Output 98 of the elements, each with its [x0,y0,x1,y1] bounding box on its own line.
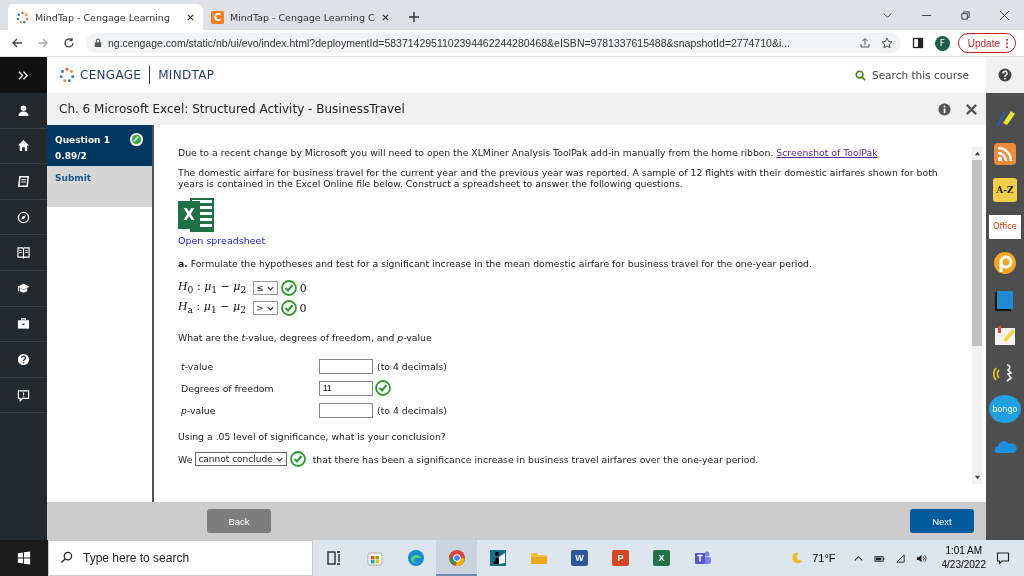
back-arrow-icon[interactable] [11,37,23,49]
part-a-text: a. Formulate the hypotheses and test for a significant increase in the mean domestic airfare for business travel for the one-year period. [178,258,813,269]
answer-field[interactable]: 11 [319,380,373,396]
dictionary-icon[interactable]: A-Z [993,178,1017,203]
operator-dropdown[interactable]: > [252,301,278,315]
question-item[interactable]: Question 1 0.89/2 [47,125,152,166]
search-link[interactable]: Search this course [855,69,969,81]
cengage-logo-icon [59,67,75,83]
toolpak-link[interactable]: Screenshot of ToolPak [776,147,878,158]
office-app-icon: W [571,550,588,566]
volume-icon[interactable] [915,552,927,564]
taskbar-search-field[interactable]: Type here to search [48,540,313,576]
teams-icon [693,549,712,567]
search-icon [60,551,73,564]
task-view-icon [324,549,343,567]
product-name: MINDTAP [158,68,215,82]
user-icon[interactable] [17,103,30,117]
graduation-cap-icon[interactable] [17,281,30,295]
office-icon[interactable]: Office [989,214,1021,239]
notice-text: Due to a recent change by Microsoft you will need to open the XLMiner Analysis ToolPak add-in manually from the home ribbon. Screenshot of ToolPak [178,147,879,158]
answer-field[interactable] [319,358,373,374]
home-icon[interactable] [17,139,30,153]
question-score: 0.89/2 [55,151,88,161]
open-book-icon[interactable] [17,246,30,260]
activity-title: Ch. 6 Microsoft Excel: Structured Activity - BusinessTravel [59,102,405,116]
address-bar[interactable]: ng.cengage.com/static/nb/ui/evo/index.html?deploymentId=5837142951102394462244280468&eISBN=9781337615488&snapshotId=2774710&i... [86,33,901,53]
progress-icon [129,132,144,147]
browser-tab[interactable]: MindTap - Cengage Learning [8,4,203,30]
scroll-thumb[interactable] [972,160,982,346]
cengage-logo-icon [16,10,29,24]
hypothesis-expression: H$_{0}$ : μ$_{1}$ − μ$_{2}$ [178,280,247,296]
question-text: What are the t-value, degrees of freedom, and p-value [178,332,433,343]
taskbar-app[interactable]: X [641,540,682,576]
brand-name: CENGAGE [80,68,142,82]
field-hint: (to 4 decimals) [377,404,447,416]
field-label: t-value [180,360,215,372]
taskbar-app[interactable]: P [600,540,641,576]
submit-item[interactable]: Submit [47,166,152,207]
search-icon [855,69,866,81]
tab-title: MindTap - Cengage Learning [35,11,171,23]
book-icon[interactable] [17,175,30,188]
clock-date[interactable]: 4/23/2022 [941,558,986,572]
clock-time[interactable]: 1:01 AM [945,544,983,558]
open-spreadsheet-link[interactable]: Open spreadsheet [178,235,964,246]
more-icon [1005,37,1009,49]
compass-icon[interactable] [17,210,30,224]
reload-icon[interactable] [63,37,75,49]
circle-logo-icon[interactable] [993,251,1017,276]
field-hint: (to 4 decimals) [377,360,447,372]
intro-text: The domestic airfare for business travel for the current year and the previous year was reported. A sample of 12 flights with their domestic airfares shown for both years is contained in the Excel Online file below. Construct a spreadsheet to answer the following questions. [178,167,939,189]
briefcase-icon[interactable] [17,317,30,331]
sentence-start: We [178,453,193,465]
next-button[interactable]: Next [910,509,974,533]
close-icon[interactable] [381,12,390,22]
edge-icon [406,549,425,567]
answer-field[interactable] [319,402,373,418]
lock-icon [94,38,102,48]
question-text: Using a .05 level of significance, what is your conclusion? [178,431,447,442]
tab-favicon: C [211,10,224,24]
scroll-up-icon[interactable] [973,150,981,157]
windows-start-icon[interactable] [0,540,48,576]
field-label: p-value [180,404,217,416]
hypothesis-expression: H$_{a}$ : μ$_{1}$ − μ$_{2}$ [178,300,246,316]
share-icon[interactable] [858,37,871,49]
chrome-icon [447,549,466,567]
rss-icon[interactable] [993,141,1017,166]
office-app-icon: P [612,550,629,566]
hypothesis-value: 0 [299,301,307,315]
profile-avatar[interactable]: F [934,35,950,51]
tab-title: MindTap - Cengage Learning C [230,11,375,23]
reader-icon [488,549,507,567]
close-icon[interactable] [965,102,978,116]
scrollbar[interactable] [972,147,982,484]
hypothesis-value: 0 [299,281,307,295]
star-icon[interactable] [880,37,893,49]
store-icon [365,549,384,567]
help-icon[interactable] [998,68,1012,82]
info-icon[interactable] [938,102,951,116]
conclusion-dropdown[interactable]: cannot conclude [195,452,287,466]
close-icon[interactable] [999,10,1010,21]
operator-dropdown[interactable]: ≤ [253,281,278,295]
side-panel-icon[interactable] [911,37,924,49]
office-app-icon: X [653,550,670,566]
chevron-down-icon[interactable] [882,10,893,21]
scroll-down-icon[interactable] [973,474,981,481]
taskbar-app[interactable]: W [559,540,600,576]
back-button[interactable]: Back [207,509,271,533]
new-tab-icon[interactable] [408,11,420,23]
field-label: Degrees of freedom [180,382,275,394]
notification-icon[interactable] [996,551,1010,565]
help-icon[interactable] [17,352,30,366]
restore-icon[interactable] [960,10,971,21]
question-label: Question 1 [55,134,110,145]
sentence-end: that there has been a significance increase in business travel airfares over the one-year period. [312,453,759,465]
close-icon[interactable] [186,12,195,22]
update-button[interactable]: Update [957,33,1016,53]
feedback-icon[interactable] [17,388,30,402]
temperature-text[interactable]: 71°F [812,552,836,564]
